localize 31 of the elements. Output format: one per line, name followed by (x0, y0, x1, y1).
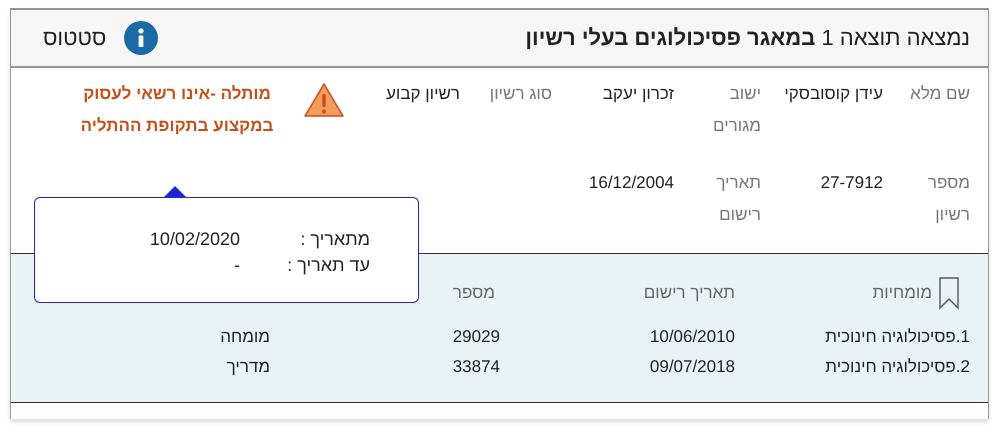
info-icon[interactable] (124, 21, 158, 55)
table-cell: 09/07/2018 (650, 357, 735, 376)
table-cell: 2.פסיכולוגיה חינוכית (825, 357, 970, 376)
tooltip-label: עד תאריך : (286, 254, 370, 277)
field-label: תאריך רישום (715, 172, 761, 226)
bookmark-icon (938, 276, 960, 310)
tooltip-value: 10/02/2020 (148, 228, 240, 251)
table-cell: 1.פסיכולוגיה חינוכית (825, 327, 970, 346)
column-header: תאריך רישום (644, 283, 735, 303)
result-title: נמצאה תוצאה 1 במאגר פסיכולוגים בעלי רשיון (525, 25, 970, 51)
field-value: 27-7912 (820, 172, 883, 194)
tooltip-label: מתאריך : (299, 228, 370, 251)
field-label: מספר רשיון (926, 172, 970, 226)
tooltip-value: - (233, 254, 240, 277)
field-value: רשיון קבוע (385, 83, 460, 105)
field-label: ישוב מגורים (712, 83, 761, 137)
table-cell: מומחה (220, 327, 270, 346)
column-header: מומחיות (872, 283, 932, 303)
table-cell: 29029 (452, 327, 500, 346)
status-label: סטטוס (43, 25, 106, 51)
field-label: סוג רשיון (488, 83, 552, 105)
field-value: עידן קוסובסקי (783, 83, 883, 105)
table-cell: 33874 (452, 357, 500, 376)
license-status-text: מותלה -אינו רשאי לעסוק במקצוע בתקופת ההתליה (80, 83, 274, 137)
table-cell: 10/06/2010 (650, 327, 735, 346)
field-value: זכרון יעקב (602, 83, 674, 105)
table-cell: מדריך (226, 357, 270, 376)
column-header: מספר (452, 283, 495, 303)
warning-icon (303, 82, 345, 118)
field-value: 16/12/2004 (588, 172, 674, 194)
field-label: שם מלא (909, 83, 970, 105)
